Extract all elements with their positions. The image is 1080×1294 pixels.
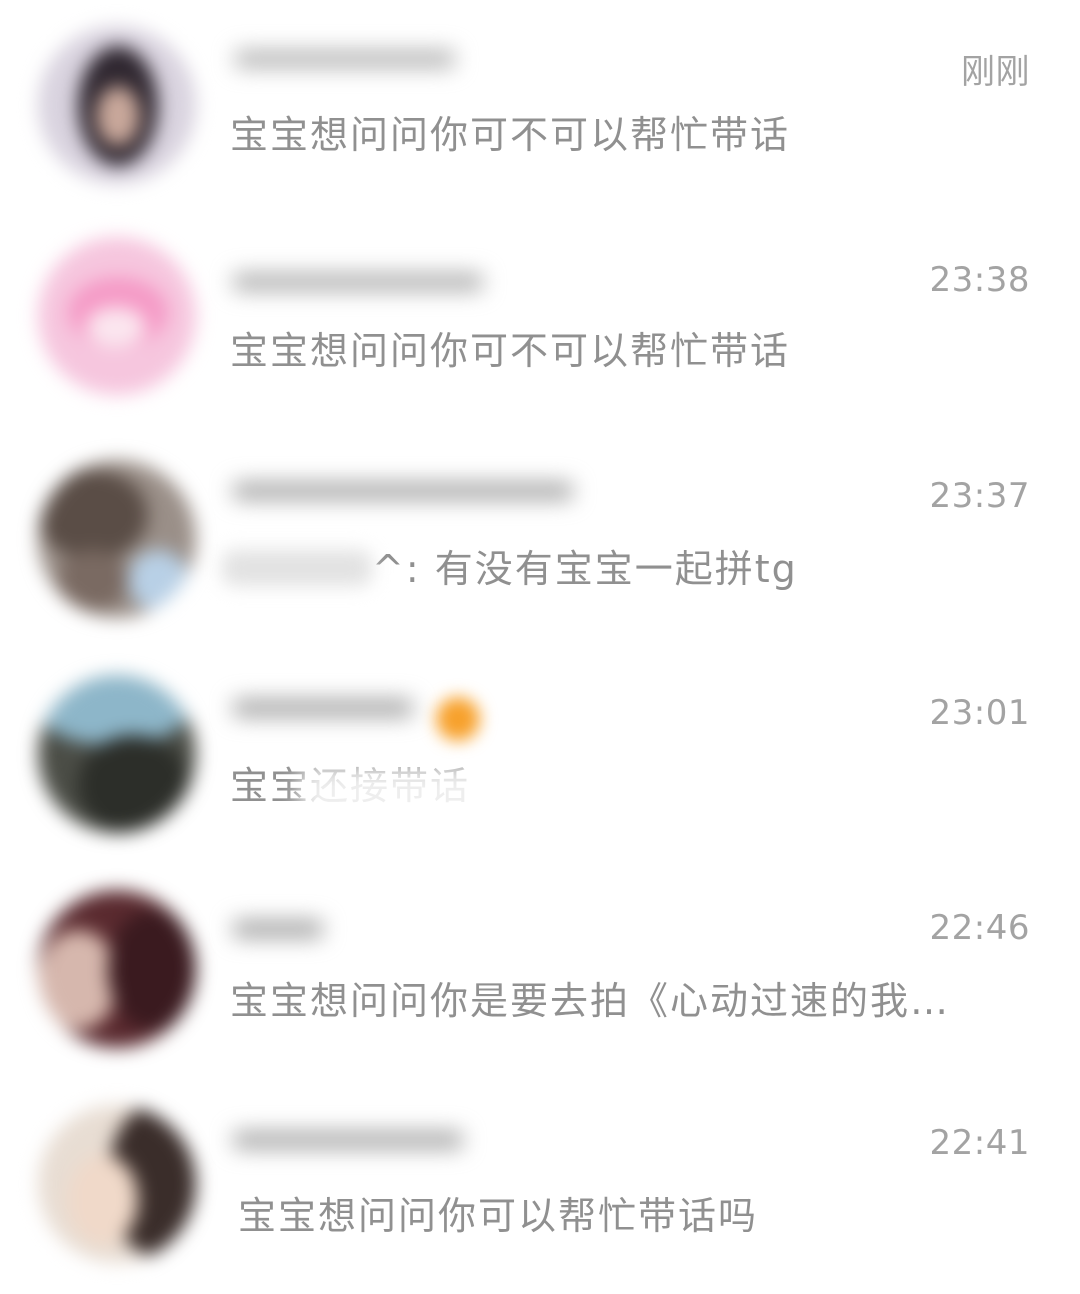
avatar[interactable] xyxy=(38,26,196,184)
verified-badge-icon xyxy=(436,697,480,741)
contact-name-blurred xyxy=(225,1115,475,1165)
message-preview: 宝宝想问问你可以帮忙带话吗 xyxy=(238,1194,759,1238)
message-preview: 宝宝想问问你可不可以帮忙带话 xyxy=(230,329,791,373)
contact-name-blurred xyxy=(225,683,425,733)
avatar[interactable] xyxy=(38,237,196,395)
message-blur-overlay xyxy=(300,767,540,825)
message-sender-suffix: ^: xyxy=(372,547,421,591)
contact-name-blurred xyxy=(225,34,465,84)
timestamp: 刚刚 xyxy=(961,52,1030,92)
timestamp: 22:41 xyxy=(929,1123,1030,1163)
message-text: 有没有宝宝一起拼tg xyxy=(420,547,798,591)
timestamp: 22:46 xyxy=(929,908,1030,948)
timestamp: 23:37 xyxy=(929,476,1030,516)
timestamp: 23:38 xyxy=(929,260,1030,300)
avatar[interactable] xyxy=(38,460,196,618)
conversation-row[interactable]: 23:01 宝宝还接带话 xyxy=(0,645,1080,860)
avatar[interactable] xyxy=(38,675,196,833)
conversation-row[interactable]: 23:37 ^: 有没有宝宝一起拼tg xyxy=(0,430,1080,645)
conversation-list: 刚刚 宝宝想问问你可不可以帮忙带话 23:38 宝宝想问问你可不可以帮忙带话 2… xyxy=(0,0,1080,1294)
conversation-row[interactable]: 刚刚 宝宝想问问你可不可以帮忙带话 xyxy=(0,0,1080,215)
avatar[interactable] xyxy=(38,1105,196,1263)
avatar[interactable] xyxy=(38,890,196,1048)
conversation-row[interactable]: 22:41 宝宝想问问你可以帮忙带话吗 xyxy=(0,1075,1080,1290)
conversation-row[interactable]: 22:46 宝宝想问问你是要去拍《心动过速的我… xyxy=(0,860,1080,1075)
sender-name-blurred xyxy=(222,550,372,586)
message-preview: ^: 有没有宝宝一起拼tg xyxy=(222,538,798,593)
contact-name-blurred xyxy=(225,466,585,516)
message-preview: 宝宝想问问你是要去拍《心动过速的我… xyxy=(230,979,951,1023)
conversation-row[interactable]: 23:38 宝宝想问问你可不可以帮忙带话 xyxy=(0,215,1080,430)
message-preview: 宝宝想问问你可不可以帮忙带话 xyxy=(230,113,791,157)
contact-name-blurred xyxy=(225,257,495,307)
timestamp: 23:01 xyxy=(929,693,1030,733)
contact-name-blurred xyxy=(225,904,335,954)
